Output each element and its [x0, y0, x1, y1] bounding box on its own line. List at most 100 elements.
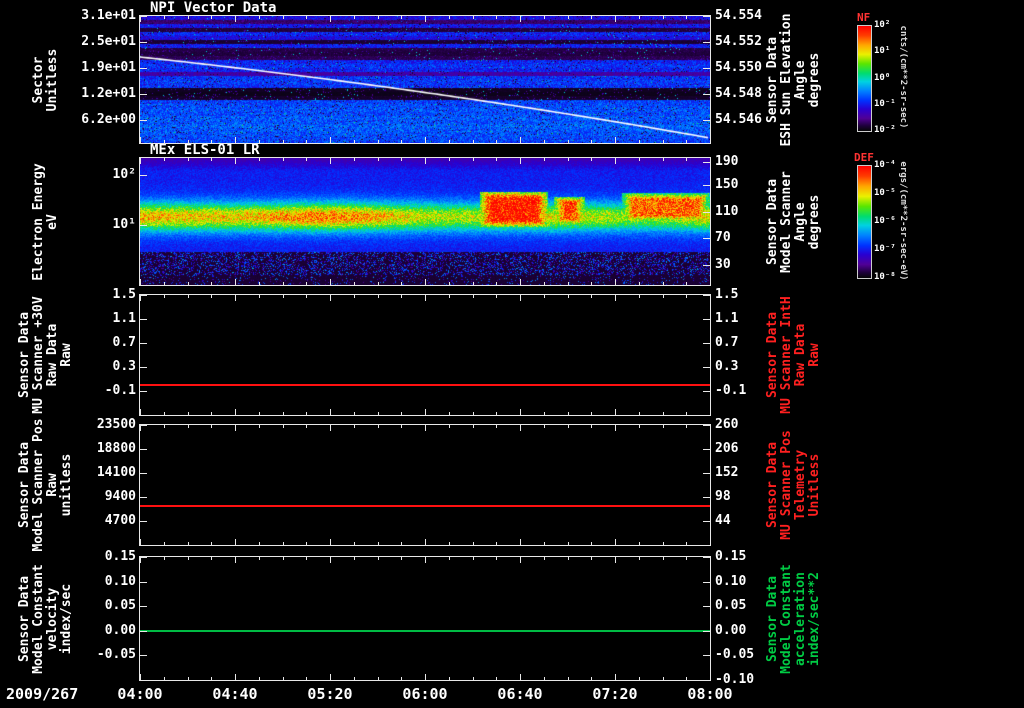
x-tick — [306, 557, 307, 560]
plot-panel-3 — [139, 294, 711, 416]
x-tick — [663, 140, 664, 143]
x-tick — [639, 295, 640, 298]
x-tick — [615, 425, 616, 431]
x-tick — [663, 295, 664, 298]
plot-panel-5 — [139, 556, 711, 681]
x-tick — [686, 557, 687, 560]
x-tick — [306, 542, 307, 545]
x-tick — [330, 674, 331, 680]
x-tick — [330, 539, 331, 545]
x-tick — [473, 677, 474, 680]
x-tick — [188, 282, 189, 285]
y-tick — [703, 497, 710, 498]
x-tick — [520, 425, 521, 431]
x-tick — [164, 16, 165, 19]
x-tick — [663, 425, 664, 428]
x-tick — [378, 425, 379, 428]
x-tick — [330, 137, 331, 143]
y-tick — [703, 655, 710, 657]
x-tick — [401, 295, 402, 298]
x-tick-label: 05:20 — [307, 685, 353, 703]
x-tick — [520, 137, 521, 143]
y-tick — [140, 120, 147, 122]
y-tick — [703, 557, 710, 558]
x-tick — [710, 158, 711, 164]
x-tick — [568, 557, 569, 560]
x-tick — [686, 425, 687, 428]
x-tick — [259, 557, 260, 560]
x-tick — [591, 412, 592, 415]
x-tick — [591, 425, 592, 428]
x-tick — [591, 542, 592, 545]
x-tick — [425, 16, 426, 22]
x-tick — [544, 140, 545, 143]
x-tick — [544, 425, 545, 428]
x-tick — [235, 674, 236, 680]
x-tick — [520, 557, 521, 563]
x-tick — [449, 542, 450, 545]
x-tick — [544, 158, 545, 161]
colorbar-tick-label: 10⁻⁴ — [874, 160, 896, 170]
x-tick — [401, 16, 402, 19]
data-line — [140, 505, 710, 508]
x-tick — [496, 282, 497, 285]
x-tick — [211, 16, 212, 19]
data-line — [140, 629, 710, 632]
y-tick — [703, 343, 710, 344]
y-tick — [140, 521, 147, 522]
x-tick-label: 06:40 — [497, 685, 543, 703]
y-tick-label: 3.1e+01 — [81, 8, 136, 23]
x-tick — [473, 425, 474, 428]
y-tick — [140, 391, 147, 392]
y-tick — [703, 184, 710, 186]
x-tick — [401, 677, 402, 680]
y-tick — [140, 343, 147, 344]
nf-colorbar-label: NF — [857, 11, 871, 24]
x-tick — [686, 158, 687, 161]
x-tick — [401, 425, 402, 428]
y-tick-label: 0.15 — [104, 549, 136, 564]
y-tick — [703, 120, 710, 122]
y-tick-label: 1.2e+01 — [81, 86, 136, 102]
y-tick — [703, 16, 710, 17]
x-tick — [449, 140, 450, 143]
x-tick — [188, 542, 189, 545]
y-tick-label: 10¹ — [112, 217, 136, 233]
x-tick — [283, 16, 284, 19]
x-tick — [354, 542, 355, 545]
x-tick — [164, 140, 165, 143]
x-tick — [330, 425, 331, 431]
x-tick — [164, 425, 165, 428]
x-tick — [188, 677, 189, 680]
y-tick — [140, 655, 147, 657]
x-tick — [235, 539, 236, 545]
x-tick — [544, 542, 545, 545]
y-tick-label: 0.15 — [715, 549, 747, 564]
x-tick — [401, 557, 402, 560]
x-tick — [496, 557, 497, 560]
y-tick — [140, 319, 147, 320]
x-tick — [378, 282, 379, 285]
x-tick — [686, 412, 687, 415]
x-tick — [710, 16, 711, 22]
y-tick — [140, 449, 147, 450]
x-tick — [639, 677, 640, 680]
x-tick — [140, 137, 141, 143]
panel-left-axis-label: Sector Unitless — [31, 48, 60, 111]
x-tick — [568, 542, 569, 545]
x-tick — [449, 16, 450, 19]
x-tick — [211, 140, 212, 143]
x-tick — [496, 425, 497, 428]
x-tick — [259, 412, 260, 415]
x-tick — [235, 158, 236, 164]
x-tick — [378, 412, 379, 415]
y-tick — [703, 425, 710, 426]
x-tick — [164, 412, 165, 415]
x-tick — [425, 158, 426, 164]
x-tick-label: 04:00 — [117, 685, 163, 703]
y-tick — [140, 94, 147, 96]
x-tick — [496, 16, 497, 19]
x-tick — [686, 282, 687, 285]
x-tick — [425, 539, 426, 545]
x-tick — [615, 279, 616, 285]
